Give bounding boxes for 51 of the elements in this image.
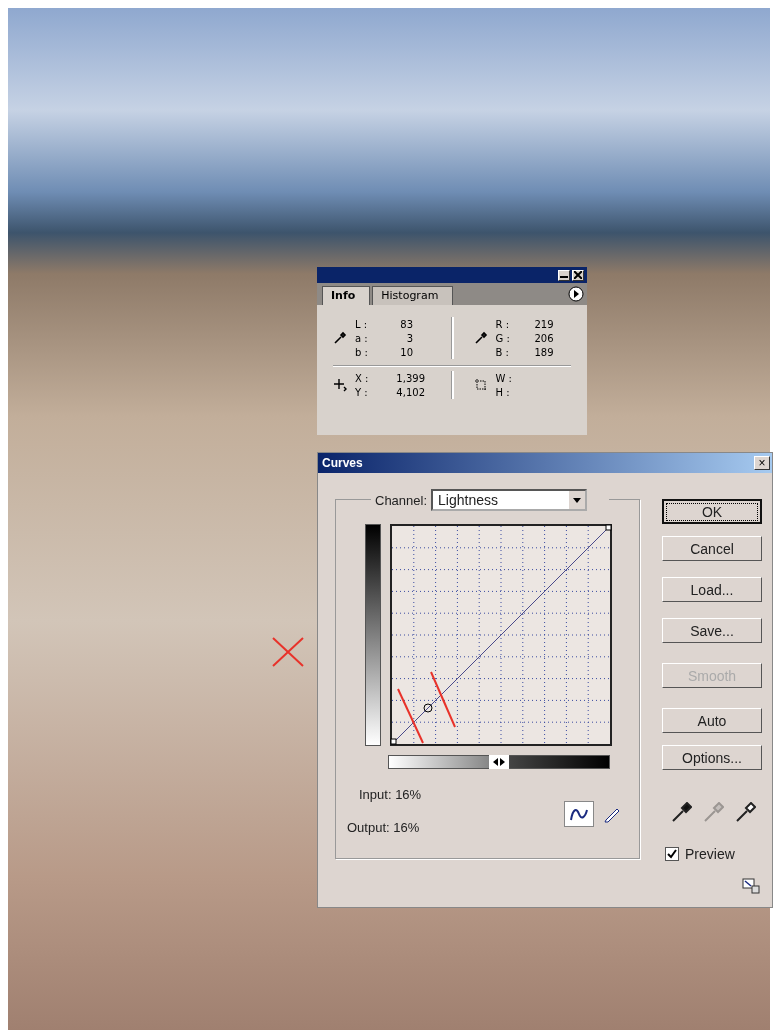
preview-label: Preview (685, 846, 735, 862)
info-label: H : (495, 386, 511, 398)
info-value: 10 (399, 346, 413, 358)
info-label: R : (495, 318, 510, 330)
input-readout: Input: 16% (359, 787, 422, 802)
minimize-button[interactable] (558, 269, 570, 281)
curve-tool-button[interactable] (564, 801, 594, 827)
selection-size-icon (473, 378, 488, 392)
channel-label: Channel: (375, 492, 428, 508)
close-icon (574, 271, 582, 279)
eyedropper-icon[interactable] (670, 802, 692, 824)
dialog-button[interactable]: Load... (662, 577, 762, 602)
info-value: 1,399 (395, 372, 425, 384)
crosshair-icon (333, 378, 347, 392)
eyedropper-icon[interactable] (734, 802, 756, 824)
dialog-title: Curves (322, 456, 363, 470)
info-value: 219 (533, 318, 554, 330)
info-label: a : (355, 332, 369, 344)
info-label: B : (495, 346, 510, 358)
info-value: 83 (399, 318, 413, 330)
output-readout: Output: 16% (347, 820, 421, 835)
resize-icon[interactable] (742, 878, 760, 894)
dialog-button[interactable]: Options... (662, 745, 762, 770)
cross-mark (272, 637, 304, 667)
dialog-button[interactable]: OK (662, 499, 762, 524)
curve-icon (569, 806, 589, 822)
info-label: L : (355, 318, 369, 330)
info-label: X : (355, 372, 370, 384)
info-label: G : (495, 332, 511, 344)
close-button[interactable] (572, 269, 584, 281)
info-label: W : (495, 372, 513, 384)
info-value: 189 (533, 346, 554, 358)
curve-graph-drawing[interactable] (390, 524, 612, 746)
preview-checkbox[interactable] (665, 847, 679, 861)
info-label: Y : (355, 386, 369, 398)
panel-tab[interactable]: Info (322, 286, 371, 305)
info-value: 4,102 (395, 386, 425, 398)
dialog-button[interactable]: Cancel (662, 536, 762, 561)
panel-tab[interactable]: Histogram (372, 286, 454, 305)
eyedropper-icon (473, 331, 488, 345)
panel-menu-icon[interactable] (568, 286, 584, 302)
info-value: 206 (533, 332, 554, 344)
dialog-button[interactable]: Save... (662, 618, 762, 643)
close-button[interactable]: × (754, 456, 770, 470)
info-label: b : (355, 346, 369, 358)
info-value: 3 (405, 332, 413, 344)
caret-icon (573, 497, 582, 503)
gradient-toggle-icon[interactable] (489, 755, 509, 769)
eyedropper-icon (333, 331, 347, 345)
channel-dropdown[interactable]: Lightness (431, 489, 588, 511)
dialog-button[interactable]: Auto (662, 708, 762, 733)
